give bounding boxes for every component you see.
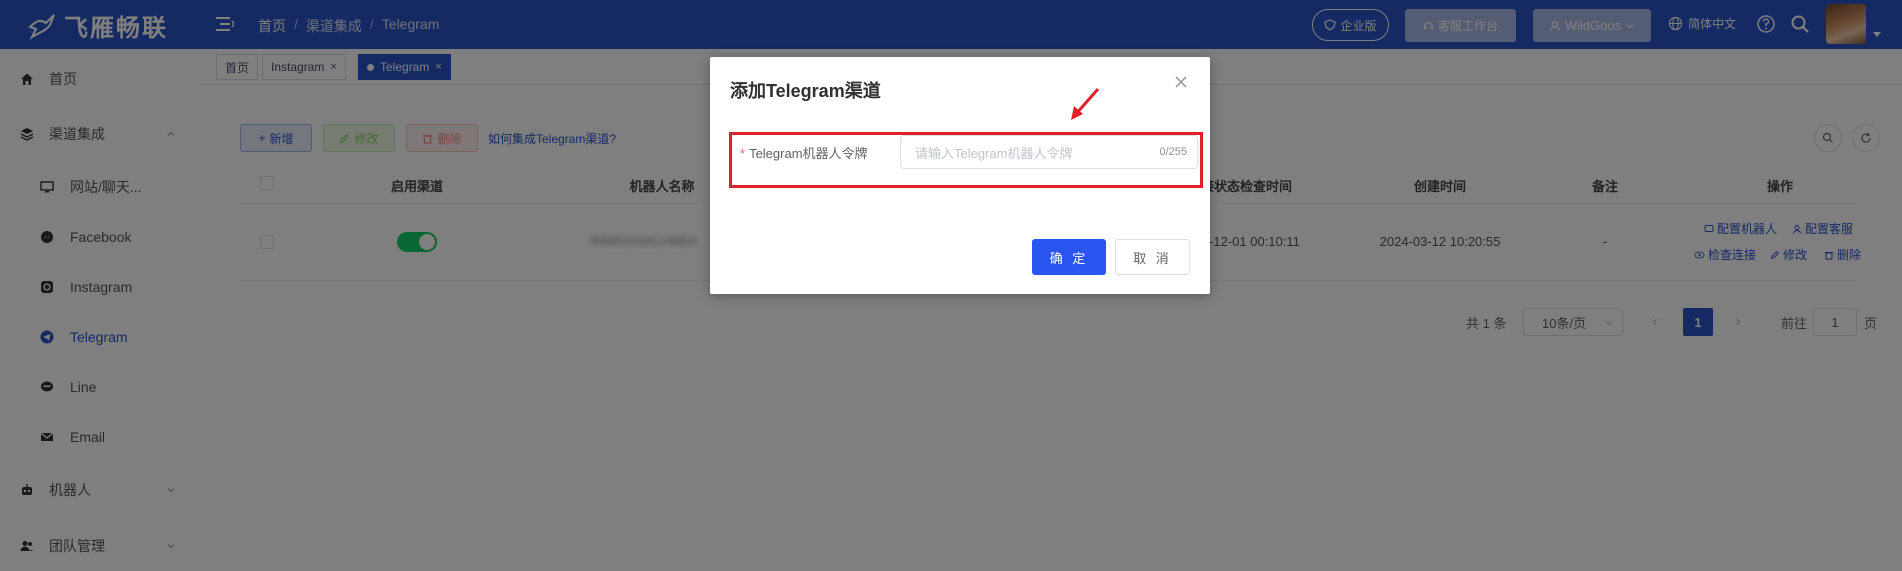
annotation-arrow-icon bbox=[1071, 88, 1100, 120]
cancel-button[interactable]: 取 消 bbox=[1115, 239, 1190, 275]
annotation-highlight-box bbox=[729, 132, 1203, 188]
confirm-button[interactable]: 确 定 bbox=[1032, 239, 1106, 275]
close-icon[interactable] bbox=[1174, 75, 1188, 89]
dialog-title: 添加Telegram渠道 bbox=[730, 81, 881, 101]
